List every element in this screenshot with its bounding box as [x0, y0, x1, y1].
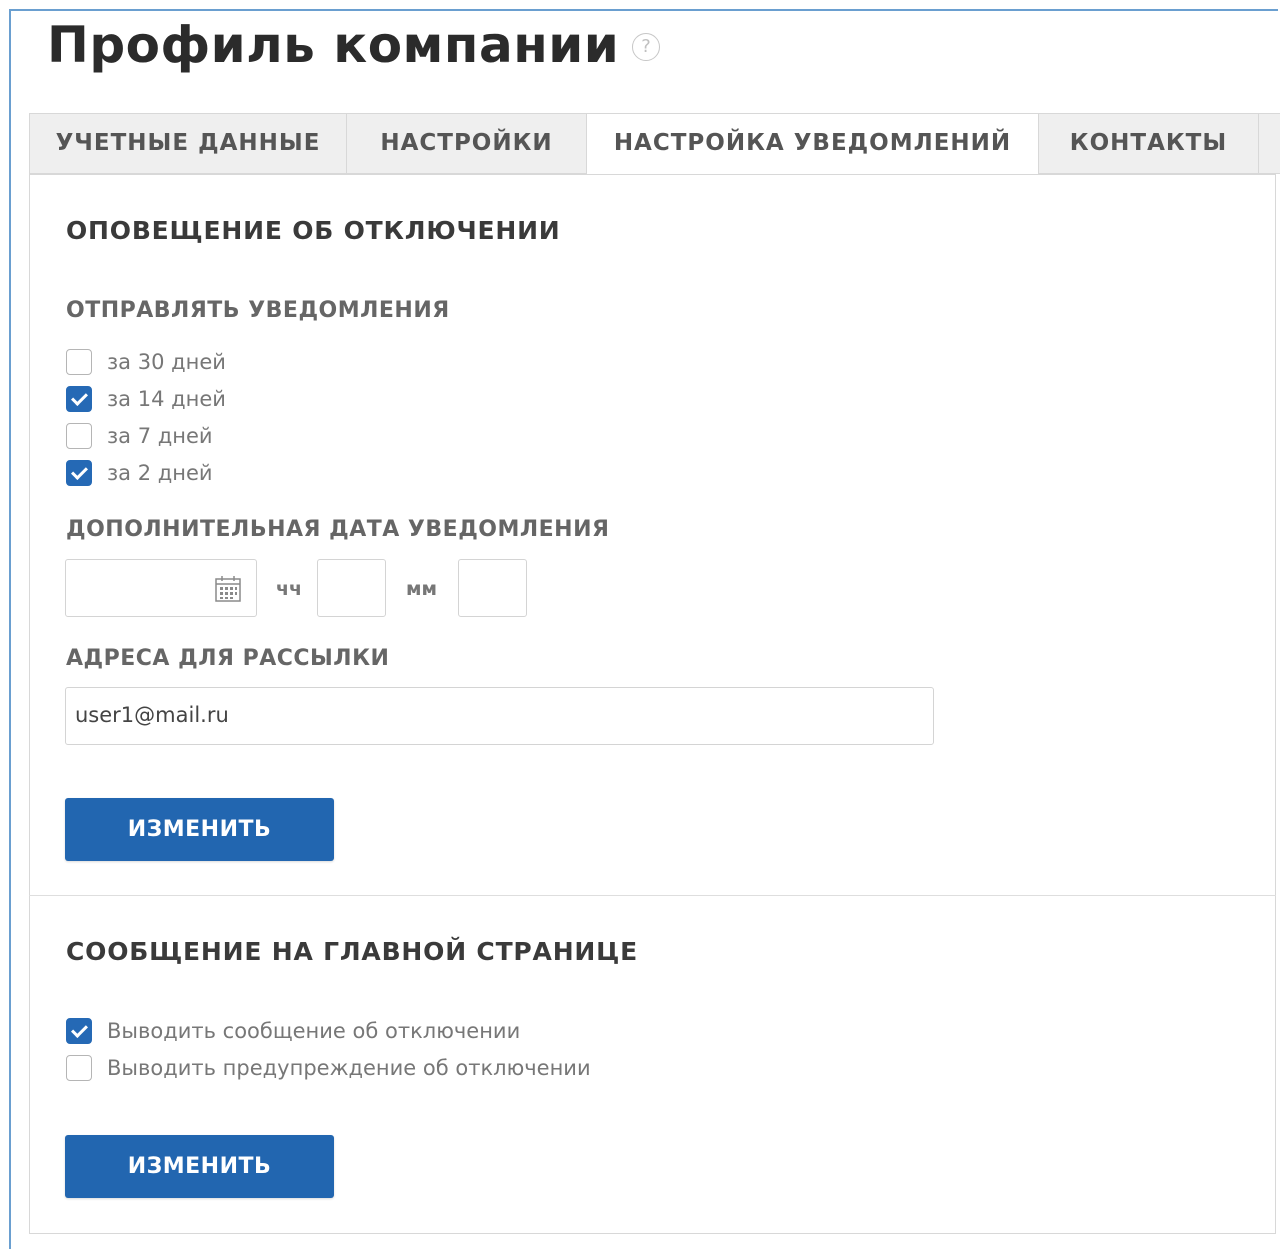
- option-show-shutdown-message[interactable]: Выводить сообщение об отключении: [66, 1016, 520, 1046]
- option-label: Выводить сообщение об отключении: [107, 1019, 521, 1043]
- option-label: за 30 дней: [107, 350, 226, 374]
- checkbox-checked[interactable]: [66, 1018, 92, 1044]
- tab-account-data[interactable]: УЧЕТНЫЕ ДАННЫЕ: [29, 113, 347, 174]
- option-label: за 7 дней: [107, 424, 213, 448]
- help-icon[interactable]: ?: [632, 33, 660, 61]
- shutdown-notice-title: ОПОВЕЩЕНИЕ ОБ ОТКЛЮЧЕНИИ: [66, 216, 561, 245]
- addresses-label: АДРЕСА ДЛЯ РАССЫЛКИ: [66, 646, 390, 671]
- option-label: за 2 дней: [107, 461, 213, 485]
- option-7-days[interactable]: за 7 дней: [66, 421, 213, 451]
- checkbox[interactable]: [66, 1055, 92, 1081]
- checkbox[interactable]: [66, 423, 92, 449]
- tab-notification-settings[interactable]: НАСТРОЙКА УВЕДОМЛЕНИЙ: [586, 113, 1039, 175]
- option-label: за 14 дней: [107, 387, 226, 411]
- option-2-days[interactable]: за 2 дней: [66, 458, 213, 488]
- option-14-days[interactable]: за 14 дней: [66, 384, 226, 414]
- calendar-icon[interactable]: [213, 574, 243, 604]
- minutes-input[interactable]: [458, 559, 527, 617]
- option-label: Выводить предупреждение об отключении: [107, 1056, 591, 1080]
- page-title: Профиль компании: [47, 16, 620, 74]
- tab-settings[interactable]: НАСТРОЙКИ: [346, 113, 587, 174]
- send-notifications-label: ОТПРАВЛЯТЬ УВЕДОМЛЕНИЯ: [66, 298, 450, 323]
- extra-date-label: ДОПОЛНИТЕЛЬНАЯ ДАТА УВЕДОМЛЕНИЯ: [66, 517, 610, 542]
- email-addresses-value: user1@mail.ru: [75, 703, 229, 727]
- tab-bar: УЧЕТНЫЕ ДАННЫЕ НАСТРОЙКИ НАСТРОЙКА УВЕДО…: [29, 113, 1280, 175]
- checkbox-checked[interactable]: [66, 460, 92, 486]
- option-show-shutdown-warning[interactable]: Выводить предупреждение об отключении: [66, 1053, 591, 1083]
- option-30-days[interactable]: за 30 дней: [66, 347, 226, 377]
- minutes-label: мм: [406, 578, 438, 600]
- checkbox-checked[interactable]: [66, 386, 92, 412]
- checkbox[interactable]: [66, 349, 92, 375]
- save-main-page-message-button[interactable]: ИЗМЕНИТЬ: [65, 1135, 334, 1198]
- tab-contacts[interactable]: КОНТАКТЫ: [1038, 113, 1259, 174]
- hours-label: чч: [276, 578, 303, 600]
- tab-overflow[interactable]: [1258, 113, 1280, 174]
- main-page-message-title: СООБЩЕНИЕ НА ГЛАВНОЙ СТРАНИЦЕ: [66, 937, 639, 966]
- section-divider: [29, 895, 1276, 896]
- hours-input[interactable]: [317, 559, 386, 617]
- save-shutdown-notice-button[interactable]: ИЗМЕНИТЬ: [65, 798, 334, 861]
